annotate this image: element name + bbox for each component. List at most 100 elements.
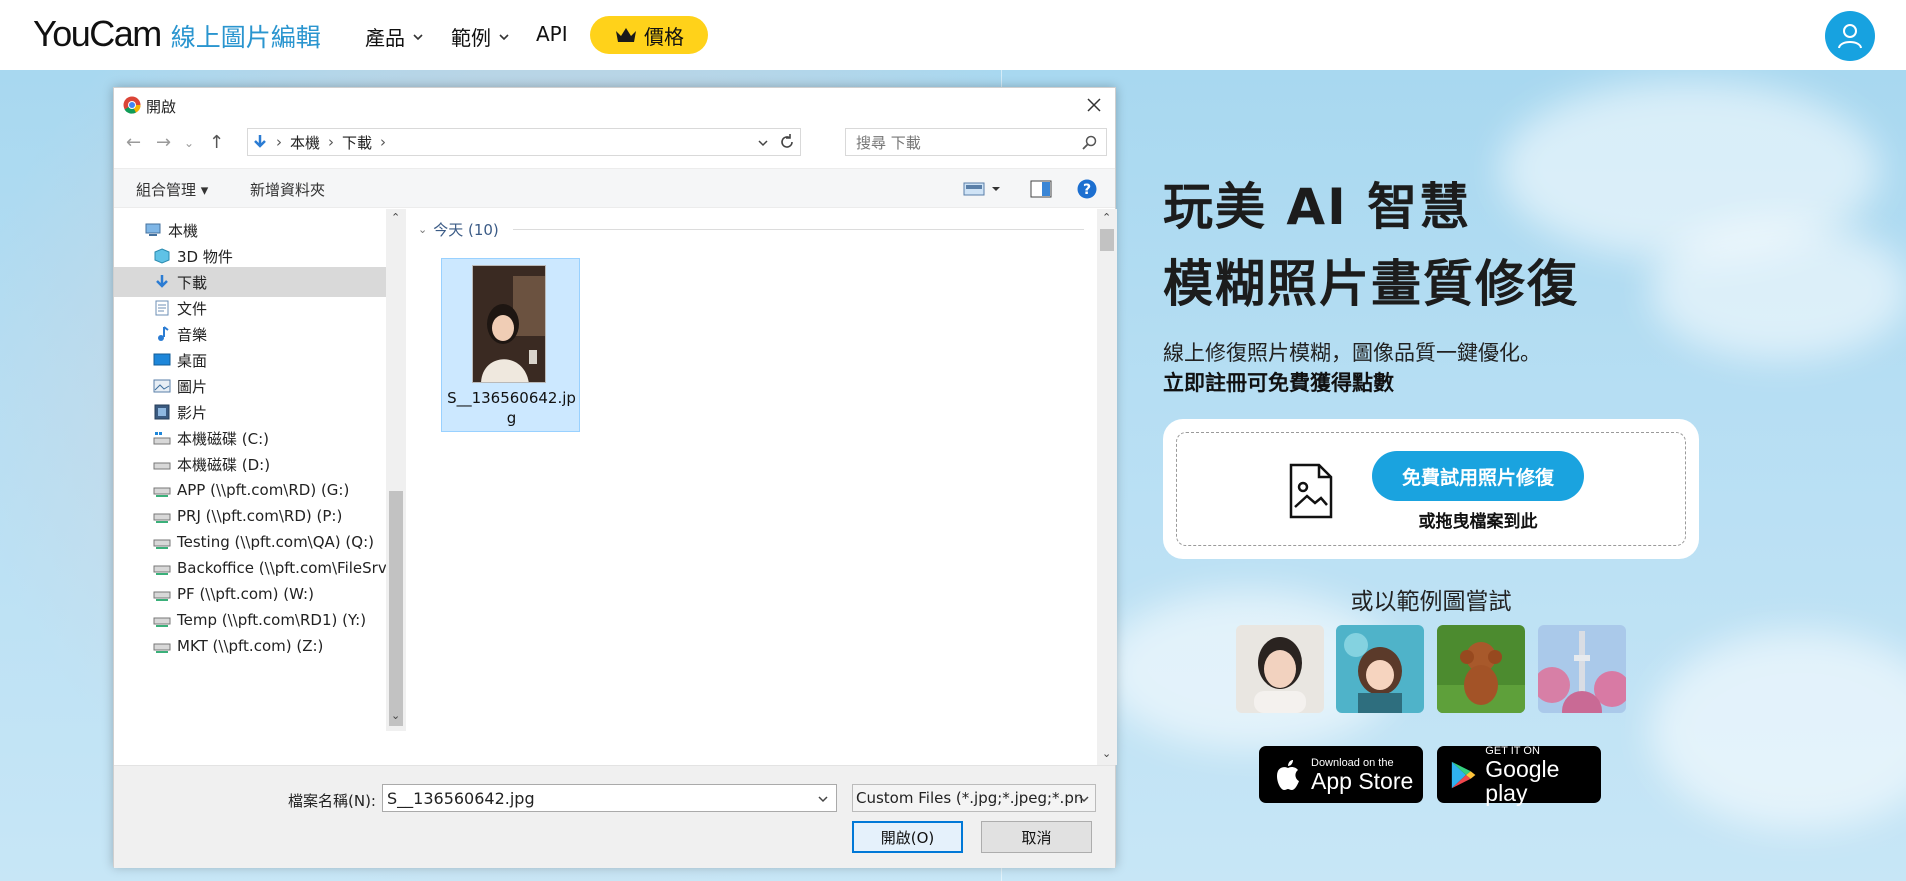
file-item[interactable]: S__136560642.jpg bbox=[441, 258, 580, 432]
nav-item-products[interactable]: 產品 bbox=[365, 22, 425, 51]
apple-icon bbox=[1277, 759, 1299, 790]
scroll-down-arrow-icon[interactable]: ⌄ bbox=[391, 709, 400, 722]
tree-item-label: 本機磁碟 (C:) bbox=[177, 429, 269, 448]
help-icon[interactable]: ? bbox=[1077, 179, 1097, 199]
recent-locations-chevron-icon[interactable]: ⌄ bbox=[184, 136, 194, 150]
group-header-today[interactable]: ⌄ 今天 (10) bbox=[418, 219, 1084, 240]
tree-item-label: 本機 bbox=[168, 221, 199, 240]
chevron-down-icon bbox=[499, 33, 509, 40]
tree-item-label: 下載 bbox=[177, 273, 208, 292]
brand-subtitle: 線上圖片編輯 bbox=[170, 23, 321, 52]
download-arrow-icon bbox=[156, 275, 168, 288]
filename-input[interactable]: S__136560642.jpg bbox=[382, 784, 837, 812]
chevron-down-icon[interactable] bbox=[756, 136, 770, 150]
tree-item-label: PRJ (\\pft.com\RD) (P:) bbox=[177, 507, 343, 525]
google-play-small-text: GET IT ON bbox=[1485, 744, 1540, 757]
tree-item-label: Backoffice (\\pft.com\FileSrv) bbox=[177, 559, 386, 577]
network-drive-icon bbox=[153, 617, 171, 627]
file-list-pane: ⌄ 今天 (10) S__136560642.jpg bbox=[404, 209, 1097, 765]
nav-item-examples[interactable]: 範例 bbox=[451, 22, 511, 51]
sample-poodle-photo[interactable] bbox=[1437, 625, 1525, 713]
collapse-chevron-icon[interactable]: ⌄ bbox=[418, 223, 427, 236]
address-row: ← → ⌄ ↑ › 本機 › 下載 › 搜尋 下載 bbox=[114, 128, 1115, 158]
organize-label: 組合管理 bbox=[136, 181, 197, 199]
image-file-icon bbox=[1289, 463, 1333, 519]
hero-title-line1: 玩美 AI 智慧 bbox=[1163, 178, 1472, 236]
navigation-pane: 本機 3D 物件 下載 文件 音樂 桌面 圖片 影片 本機磁碟 (C:) 本機磁… bbox=[114, 209, 404, 765]
refresh-icon[interactable] bbox=[778, 133, 796, 151]
chevron-down-icon[interactable] bbox=[816, 792, 830, 806]
cancel-button[interactable]: 取消 bbox=[981, 821, 1092, 853]
upload-dropzone[interactable]: 免費試用照片修復 或拖曳檔案到此 bbox=[1176, 432, 1686, 546]
drive-icon bbox=[153, 432, 171, 445]
network-drive-icon bbox=[153, 591, 171, 601]
music-note-icon bbox=[158, 326, 169, 341]
video-icon bbox=[154, 404, 170, 420]
cube-icon bbox=[154, 248, 170, 264]
navigation-scrollbar[interactable]: ⌃ ⌄ bbox=[386, 209, 406, 731]
dialog-titlebar[interactable]: 開啟 bbox=[114, 88, 1115, 122]
scroll-up-arrow-icon[interactable]: ⌃ bbox=[391, 211, 400, 224]
user-account-button[interactable] bbox=[1825, 11, 1875, 61]
tree-item-label: MKT (\\pft.com) (Z:) bbox=[177, 637, 324, 655]
svg-text:?: ? bbox=[1083, 182, 1091, 198]
tree-item-label: 本機磁碟 (D:) bbox=[177, 455, 271, 474]
dialog-toolbar: 組合管理 ▾ 新增資料夾 ? bbox=[114, 168, 1115, 208]
sample-anime-photo[interactable] bbox=[1336, 625, 1424, 713]
address-bar[interactable]: › 本機 › 下載 › bbox=[247, 128, 801, 156]
app-store-big-text: App Store bbox=[1311, 767, 1414, 794]
file-open-dialog: 開啟 ← → ⌄ ↑ › 本機 › 下載 › 搜尋 下載 組合管理 ▾ 新增資料… bbox=[113, 87, 1117, 868]
scrollbar-thumb[interactable] bbox=[389, 491, 403, 726]
download-arrow-icon bbox=[254, 135, 266, 148]
dialog-footer: 檔案名稱(N): S__136560642.jpg Custom Files (… bbox=[114, 765, 1115, 868]
pricing-button[interactable]: 價格 bbox=[590, 16, 708, 54]
try-free-button[interactable]: 免費試用照片修復 bbox=[1372, 451, 1584, 501]
user-icon bbox=[1838, 24, 1862, 49]
tree-item-label: APP (\\pft.com\RD) (G:) bbox=[177, 481, 350, 499]
drag-drop-hint: 或拖曳檔案到此 bbox=[1418, 512, 1538, 532]
scroll-down-arrow-icon[interactable]: ⌄ bbox=[1102, 747, 1111, 760]
photo-thumbnail-icon bbox=[472, 265, 546, 383]
new-folder-button[interactable]: 新增資料夾 bbox=[250, 179, 325, 200]
network-drive-icon bbox=[153, 539, 171, 549]
preview-pane-icon[interactable] bbox=[1030, 180, 1052, 198]
view-options-icon[interactable] bbox=[963, 181, 1003, 197]
group-header-label: 今天 (10) bbox=[433, 221, 499, 239]
up-arrow-icon[interactable]: ↑ bbox=[209, 132, 224, 153]
app-store-small-text: Download on the bbox=[1311, 756, 1394, 769]
breadcrumb-downloads[interactable]: 下載 bbox=[342, 132, 372, 153]
tree-item-network-z[interactable]: MKT (\\pft.com) (Z:) bbox=[114, 631, 386, 661]
network-drive-icon bbox=[153, 643, 171, 653]
search-input[interactable]: 搜尋 下載 bbox=[845, 128, 1107, 156]
brand-logo[interactable]: YouCam 線上圖片編輯 bbox=[33, 13, 321, 55]
tree-item-label: 音樂 bbox=[177, 325, 208, 344]
top-nav: YouCam 線上圖片編輯 產品 範例 API 價格 bbox=[0, 0, 1906, 70]
hero-signup-note: 立即註冊可免費獲得點數 bbox=[1163, 371, 1394, 395]
upload-card: 免費試用照片修復 或拖曳檔案到此 bbox=[1163, 419, 1699, 559]
file-type-value: Custom Files (*.jpg;*.jpeg;*.pn bbox=[856, 789, 1084, 807]
app-store-button[interactable]: Download on the App Store bbox=[1259, 746, 1423, 803]
open-button[interactable]: 開啟(O) bbox=[852, 821, 963, 853]
sample-tower-photo[interactable] bbox=[1538, 625, 1626, 713]
network-drive-icon bbox=[153, 565, 171, 575]
nav-item-label: 範例 bbox=[451, 26, 491, 50]
forward-arrow-icon[interactable]: → bbox=[156, 132, 171, 153]
google-play-button[interactable]: GET IT ON Google play bbox=[1437, 744, 1601, 805]
organize-button[interactable]: 組合管理 ▾ bbox=[136, 179, 208, 200]
drive-icon bbox=[153, 462, 171, 470]
close-icon[interactable] bbox=[1081, 92, 1107, 118]
scroll-up-arrow-icon[interactable]: ⌃ bbox=[1102, 211, 1111, 224]
nav-item-api[interactable]: API bbox=[536, 22, 568, 46]
nav-item-label: API bbox=[536, 22, 568, 46]
brand-name: YouCam bbox=[33, 13, 162, 54]
back-arrow-icon[interactable]: ← bbox=[126, 132, 141, 153]
file-list-scrollbar[interactable]: ⌃ ⌄ bbox=[1097, 209, 1117, 765]
chrome-icon bbox=[123, 96, 141, 114]
hero-title-line2: 模糊照片畫質修復 bbox=[1163, 255, 1579, 313]
file-type-select[interactable]: Custom Files (*.jpg;*.jpeg;*.pn bbox=[852, 784, 1096, 812]
file-name: S__136560642.jpg bbox=[447, 389, 576, 427]
sample-portrait-photo[interactable] bbox=[1236, 625, 1324, 713]
filename-label: 檔案名稱(N): bbox=[288, 792, 376, 810]
scrollbar-thumb[interactable] bbox=[1100, 229, 1114, 251]
breadcrumb-this-pc[interactable]: 本機 bbox=[290, 132, 320, 153]
